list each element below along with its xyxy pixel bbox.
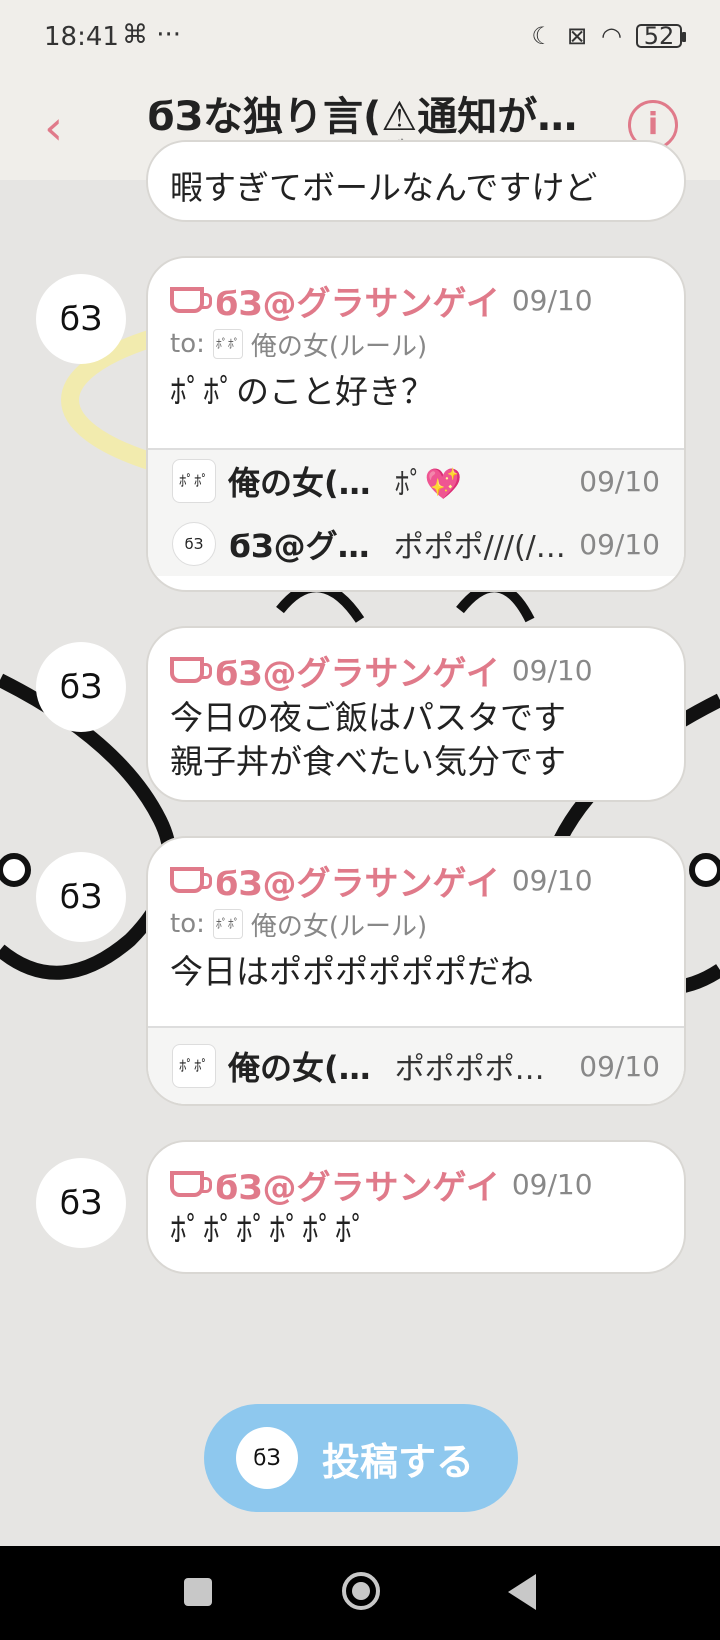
reply-avatar: ﾎﾟﾎﾟ [172,1044,216,1088]
cup-icon [170,867,212,893]
message-date: 09/10 [511,653,593,687]
message-username[interactable]: ϭЗ@グラサンゲイ [214,646,500,695]
cup-icon [170,287,212,313]
message-card[interactable]: ϭЗ@グラサンゲイ 09/10 今日の夜ご飯はパスタです 親子丼が食べたい気分で… [146,626,686,802]
message-text: 今日はポポポポポポだね [170,952,533,991]
to-user-name: 俺の女(ルール) [250,331,428,362]
to-label: to: [170,329,205,359]
notification-icons: ⌘ ··· [122,20,182,50]
reply-avatar: ϭЗ [172,522,216,566]
avatar[interactable]: ϭЗ [36,852,126,942]
back-button[interactable] [508,1574,536,1610]
reply-row[interactable]: ϭЗ ϭЗ@グ… ポポポ///(/… 09/10 [148,512,684,576]
message-line: 今日の夜ご飯はパスタです [170,698,566,737]
reply-row[interactable]: ﾎﾟﾎﾟ 俺の女(… ﾎﾟ💖 09/10 [148,448,684,512]
message-line: 親子丼が食べたい気分です [170,742,566,781]
message-header: ϭЗ@グラサンゲイ 09/10 [148,1160,684,1208]
message-text: ﾎﾟﾎﾟﾎﾟﾎﾟﾎﾟﾎﾟ [170,1210,368,1249]
wifi-icon: ◠ [601,22,622,50]
cup-icon [170,657,212,683]
reply-text: ﾎﾟ💖 [394,467,462,502]
message-text: 今日の夜ご飯はパスタです 親子丼が食べたい気分です [148,694,684,798]
message-date: 09/10 [511,863,593,897]
message-username[interactable]: ϭЗ@グラサンゲイ [214,856,500,905]
message-card[interactable]: ϭЗ@グラサンゲイ 09/10 to: ﾎﾟﾎﾟ 俺の女(ルール) 今日はポポポ… [146,836,686,1106]
reply-name: 俺の女(… [228,464,371,502]
reply-text: ポポポ///(/… [393,530,566,565]
message-card[interactable]: ϭЗ@グラサンゲイ 09/10 to: ﾎﾟﾎﾟ 俺の女(ルール) ﾎﾟﾎﾟのこ… [146,256,686,592]
post-button-label: 投稿する [322,1439,475,1484]
message-header: ϭЗ@グラサンゲイ 09/10 [148,276,684,324]
partial-message-text: 暇すぎてボールなんですけど [170,168,598,207]
reply-name: 俺の女(… [228,1049,371,1087]
post-avatar: ϭЗ [236,1427,298,1489]
reply-date: 09/10 [579,527,660,561]
message-header: ϭЗ@グラサンゲイ 09/10 [148,856,684,904]
avatar[interactable]: ϭЗ [36,642,126,732]
to-user-icon: ﾎﾟﾎﾟ [212,909,243,939]
message-card[interactable]: ϭЗ@グラサンゲイ 09/10 ﾎﾟﾎﾟﾎﾟﾎﾟﾎﾟﾎﾟ [146,1140,686,1274]
status-right-icons: ☾ ⊠ ◠ 52 [531,22,686,50]
post-button[interactable]: ϭЗ 投稿する [204,1404,518,1512]
to-user-icon: ﾎﾟﾎﾟ [212,329,243,359]
battery-icon: 52 [636,24,686,48]
system-nav-bar [0,1546,720,1640]
avatar[interactable]: ϭЗ [36,274,126,364]
message-username[interactable]: ϭЗ@グラサンゲイ [214,276,500,325]
message-header: ϭЗ@グラサンゲイ 09/10 [148,646,684,694]
reply-date: 09/10 [579,464,660,498]
message-text: ﾎﾟﾎﾟのこと好き？ [170,372,434,411]
status-time: 18:41 [44,22,119,52]
message-username[interactable]: ϭЗ@グラサンゲイ [214,1160,500,1209]
reply-to: to: ﾎﾟﾎﾟ 俺の女(ルール) [148,324,684,364]
message-date: 09/10 [511,283,593,317]
moon-icon: ☾ [531,22,553,50]
reply-to: to: ﾎﾟﾎﾟ 俺の女(ルール) [148,904,684,944]
status-bar: 18:41 ⌘ ··· ☾ ⊠ ◠ 52 [0,0,720,80]
cup-icon [170,1171,212,1197]
reply-name: ϭЗ@グ… [228,527,370,565]
message-date: 09/10 [511,1167,593,1201]
partial-message-card[interactable]: 暇すぎてボールなんですけど [146,140,686,222]
home-button[interactable] [342,1572,380,1610]
reply-avatar: ﾎﾟﾎﾟ [172,459,216,503]
recents-button[interactable] [184,1578,212,1606]
to-label: to: [170,909,205,939]
sim-off-icon: ⊠ [566,22,588,50]
reply-row[interactable]: ﾎﾟﾎﾟ 俺の女(… ポポポポ… 09/10 [148,1026,684,1104]
reply-text: ポポポポ… [394,1052,545,1087]
reply-date: 09/10 [579,1049,660,1083]
to-user-name: 俺の女(ルール) [250,911,428,942]
avatar[interactable]: ϭЗ [36,1158,126,1248]
